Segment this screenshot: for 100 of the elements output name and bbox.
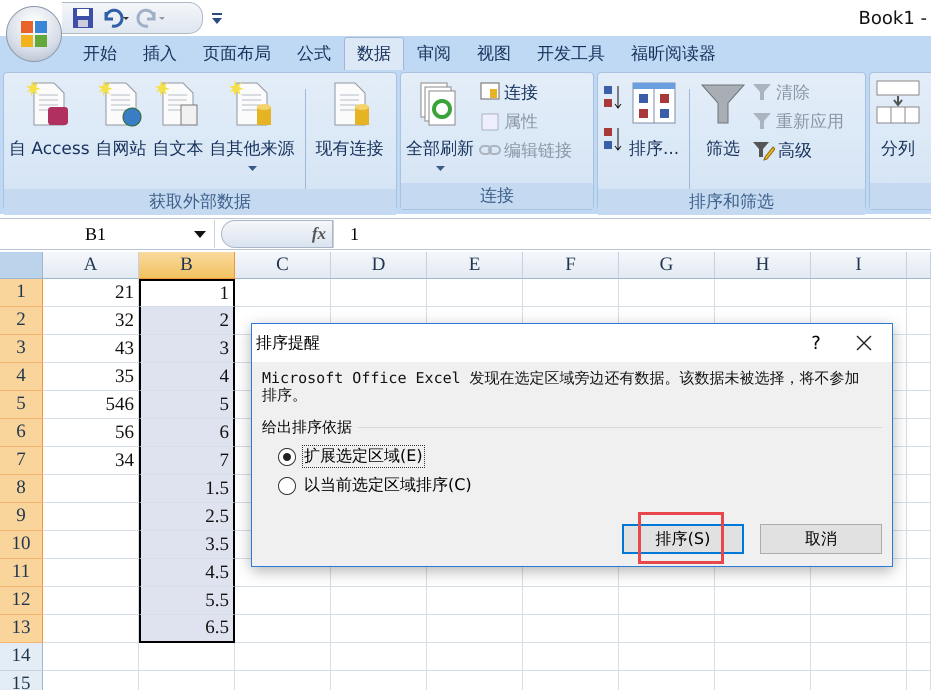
advanced-filter-icon <box>751 139 776 161</box>
ribbon-tab[interactable]: 开始 <box>70 37 130 70</box>
table-cell <box>907 475 931 503</box>
group-label: 给出排序依据 <box>262 418 352 437</box>
reapply-filter-icon <box>751 110 774 132</box>
table-cell: 4 <box>139 363 235 391</box>
column-header[interactable]: G <box>619 252 715 279</box>
table-cell: 6.5 <box>139 615 235 643</box>
ribbon-button[interactable]: 筛选 <box>699 77 748 162</box>
row-header[interactable]: 4 <box>0 363 43 391</box>
table-cell: 43 <box>43 335 139 363</box>
table-cell: 32 <box>43 307 139 335</box>
row-header[interactable]: 3 <box>0 335 43 363</box>
table-cell: 546 <box>43 391 139 419</box>
row-header[interactable]: 11 <box>0 559 43 587</box>
table-cell: 5.5 <box>139 587 235 615</box>
row-header[interactable]: 10 <box>0 531 43 559</box>
group-title: 获取外部数据 <box>4 189 396 215</box>
ribbon-tab[interactable]: 开发工具 <box>524 37 618 70</box>
row-header[interactable]: 9 <box>0 503 43 531</box>
row-header[interactable]: 14 <box>0 643 43 671</box>
table-cell: 21 <box>43 279 139 307</box>
table-cell <box>907 447 931 475</box>
ribbon-tab[interactable]: 审阅 <box>404 37 464 70</box>
table-cell: 2.5 <box>139 503 235 531</box>
column-header[interactable]: C <box>235 252 331 279</box>
dialog-button[interactable]: 取消 <box>760 524 882 554</box>
group-title: 连接 <box>401 183 593 209</box>
table-cell: 56 <box>43 419 139 447</box>
ribbon-button[interactable]: 自其他来源 <box>208 77 296 173</box>
table-cell: 35 <box>43 363 139 391</box>
table-cell <box>907 363 931 391</box>
ribbon-tab[interactable]: 数据 <box>344 37 404 70</box>
table-cell <box>907 643 931 671</box>
ribbon-tab[interactable]: 视图 <box>464 37 524 70</box>
ribbon-button[interactable]: 分列 <box>874 77 922 162</box>
window-title: Book1 - <box>858 8 927 28</box>
table-cell: 6 <box>139 419 235 447</box>
radio-button[interactable] <box>278 448 296 466</box>
table-cell <box>907 531 931 559</box>
table-cell <box>907 419 931 447</box>
sort-ascending-icon[interactable] <box>602 83 624 111</box>
table-cell <box>907 587 931 615</box>
help-button[interactable]: ? <box>796 332 836 354</box>
table-cell: 5 <box>139 391 235 419</box>
row-header[interactable]: 5 <box>0 391 43 419</box>
row-header[interactable]: 2 <box>0 307 43 335</box>
dialog-message: Microsoft Office Excel 发现在选定区域旁边还有数据。该数据未被选择，将不参加排序。 <box>262 370 861 404</box>
column-header[interactable]: H <box>715 252 811 279</box>
ribbon-tab[interactable]: 公式 <box>284 37 344 70</box>
formula-input[interactable]: 1 <box>333 220 931 248</box>
dropdown-caret-icon <box>194 230 206 238</box>
close-icon <box>856 335 872 351</box>
table-cell <box>907 615 931 643</box>
save-icon[interactable] <box>72 7 94 29</box>
column-header[interactable]: A <box>43 252 139 279</box>
row-header[interactable]: 8 <box>0 475 43 503</box>
sort-descending-icon[interactable] <box>602 125 624 153</box>
radio-label[interactable]: 以当前选定区域排序(C) <box>302 474 474 497</box>
dialog-button[interactable]: 排序(S) <box>622 524 744 554</box>
ribbon-tab[interactable]: 插入 <box>130 37 190 70</box>
row-header[interactable]: 1 <box>0 279 43 307</box>
table-cell <box>907 503 931 531</box>
ribbon-small-button[interactable]: 高级 <box>751 138 844 162</box>
ribbon-button[interactable]: 自文本 <box>152 77 205 162</box>
column-header[interactable]: E <box>427 252 523 279</box>
ribbon-tab[interactable]: 福昕阅读器 <box>618 37 729 70</box>
row-header[interactable]: 7 <box>0 447 43 475</box>
group-title: 排序和筛选 <box>598 189 865 215</box>
ribbon-button[interactable]: 自 Access <box>8 77 91 162</box>
ribbon-button[interactable]: 现有连接 <box>314 77 385 162</box>
row-header[interactable]: 12 <box>0 587 43 615</box>
name-box[interactable]: B1 <box>0 220 215 248</box>
table-cell: 1.5 <box>139 475 235 503</box>
table-cell <box>907 307 931 335</box>
ribbon-small-button[interactable]: 连接 <box>479 80 572 104</box>
ribbon-button[interactable]: 自网站 <box>94 77 148 162</box>
table-cell: 34 <box>43 447 139 475</box>
table-cell: 3 <box>139 335 235 363</box>
row-header[interactable]: 15 <box>0 671 43 690</box>
column-header[interactable]: F <box>523 252 619 279</box>
table-cell <box>907 559 931 587</box>
customize-toolbar-icon[interactable] <box>211 11 223 25</box>
insert-function-button[interactable]: fx <box>221 220 333 248</box>
column-header[interactable]: I <box>811 252 907 279</box>
row-header[interactable]: 13 <box>0 615 43 643</box>
ribbon-button[interactable]: 排序... <box>628 77 680 162</box>
radio-label[interactable]: 扩展选定区域(E) <box>302 445 425 468</box>
ribbon-button[interactable]: 全部刷新 <box>405 77 475 173</box>
table-cell: 2 <box>139 307 235 335</box>
ribbon-tab[interactable]: 页面布局 <box>190 37 284 70</box>
table-cell: 4.5 <box>139 559 235 587</box>
table-cell <box>907 335 931 363</box>
column-header[interactable]: B <box>139 252 235 279</box>
table-cell <box>907 279 931 307</box>
radio-button[interactable] <box>278 476 296 494</box>
column-header[interactable]: D <box>331 252 427 279</box>
clear-filter-icon <box>751 81 774 103</box>
row-header[interactable]: 6 <box>0 419 43 447</box>
dialog-title: 排序提醒 <box>256 332 321 354</box>
